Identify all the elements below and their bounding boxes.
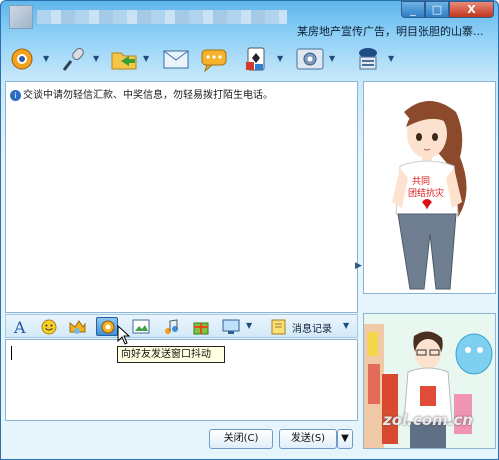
music-button[interactable] bbox=[160, 317, 182, 336]
history-icon bbox=[271, 319, 286, 335]
font-button[interactable]: A bbox=[10, 317, 32, 337]
message-history-button[interactable]: 消息记录 bbox=[292, 320, 340, 335]
video-call-button[interactable] bbox=[7, 43, 41, 75]
chevron-down-icon[interactable]: ▼ bbox=[329, 55, 337, 63]
send-file-button[interactable] bbox=[107, 43, 141, 75]
contact-signature: 某房地产宣传广告，明目张胆的山寨... bbox=[297, 25, 484, 37]
format-toolbar: A ▼ 消息记录 ▼ bbox=[5, 314, 358, 338]
avatar-figure-image: 共同 团结抗灾 bbox=[392, 101, 467, 290]
shake-tooltip: 向好友发送窗口抖动 bbox=[117, 346, 225, 363]
chevron-down-icon[interactable]: ▼ bbox=[277, 55, 285, 63]
svg-text:共同: 共同 bbox=[412, 176, 430, 187]
send-button[interactable]: 发送(S) bbox=[279, 429, 337, 449]
message-bubble-icon bbox=[201, 49, 227, 73]
zol-watermark: zol.com.cn bbox=[383, 411, 473, 429]
remote-screen-button[interactable] bbox=[220, 317, 242, 336]
image-icon bbox=[132, 319, 150, 334]
settings-button[interactable] bbox=[293, 43, 327, 75]
mail-icon bbox=[163, 50, 189, 69]
music-icon bbox=[165, 319, 178, 334]
shake-icon bbox=[101, 320, 115, 334]
maximize-button[interactable]: □ bbox=[425, 1, 449, 18]
video-call-icon bbox=[11, 48, 33, 70]
chevron-down-icon[interactable]: ▼ bbox=[388, 55, 396, 63]
chevron-down-icon[interactable]: ▼ bbox=[343, 321, 349, 330]
voice-call-button[interactable] bbox=[57, 43, 91, 75]
svg-text:A: A bbox=[13, 318, 26, 336]
chat-window: 某房地产宣传广告，明目张胆的山寨... _ □ X ▼ ▼ ▼ ▼ ▼ ▼ i … bbox=[0, 0, 499, 460]
svg-text:团结抗灾: 团结抗灾 bbox=[408, 187, 444, 199]
folder-icon bbox=[111, 52, 137, 70]
close-button[interactable]: 关闭(C) bbox=[209, 429, 273, 449]
emoticon-button[interactable] bbox=[38, 317, 60, 336]
game-icon bbox=[246, 47, 265, 71]
mouse-cursor-icon bbox=[117, 325, 131, 345]
game-button[interactable] bbox=[241, 43, 275, 75]
chat-history-pane[interactable]: i 交谈中请勿轻信汇款、中奖信息，勿轻易拨打陌生电话。 bbox=[5, 81, 358, 313]
settings-icon bbox=[296, 48, 324, 70]
safety-notice-text: 交谈中请勿轻信汇款、中奖信息，勿轻易拨打陌生电话。 bbox=[23, 90, 273, 101]
friend-avatar-show[interactable]: 共同 团结抗灾 bbox=[363, 81, 496, 294]
text-caret bbox=[11, 346, 12, 360]
info-icon: i bbox=[10, 89, 21, 101]
magic-emoticon-button[interactable] bbox=[66, 317, 88, 336]
screenshot-button[interactable] bbox=[130, 317, 152, 336]
chevron-right-icon[interactable]: ▶ bbox=[355, 261, 363, 273]
gift-icon bbox=[193, 322, 209, 335]
security-button[interactable] bbox=[351, 43, 385, 75]
security-icon bbox=[359, 48, 377, 70]
contact-avatar[interactable] bbox=[9, 5, 33, 29]
microphone-icon bbox=[62, 47, 84, 71]
chevron-down-icon[interactable]: ▼ bbox=[246, 321, 252, 330]
title-bar: 某房地产宣传广告，明目张胆的山寨... _ □ X bbox=[1, 1, 498, 37]
safety-notice: i 交谈中请勿轻信汇款、中奖信息，勿轻易拨打陌生电话。 bbox=[10, 86, 350, 101]
chevron-down-icon[interactable]: ▼ bbox=[43, 55, 51, 63]
font-icon: A bbox=[13, 318, 26, 337]
chevron-down-icon[interactable]: ▼ bbox=[143, 55, 151, 63]
main-toolbar: ▼ ▼ ▼ ▼ ▼ ▼ bbox=[5, 41, 405, 77]
close-window-button[interactable]: X bbox=[449, 1, 494, 18]
message-button[interactable] bbox=[197, 43, 231, 75]
send-options-button[interactable]: ▼ bbox=[337, 429, 353, 449]
minimize-button[interactable]: _ bbox=[401, 1, 425, 18]
gift-button[interactable] bbox=[190, 317, 212, 336]
history-icon-button[interactable] bbox=[268, 317, 290, 336]
window-shake-button[interactable] bbox=[96, 317, 118, 336]
magic-face-icon bbox=[69, 320, 86, 334]
contact-name-blurred bbox=[37, 10, 287, 24]
smiley-icon bbox=[41, 319, 57, 335]
mail-button[interactable] bbox=[159, 43, 193, 75]
monitor-icon bbox=[222, 319, 240, 334]
chevron-down-icon[interactable]: ▼ bbox=[93, 55, 101, 63]
